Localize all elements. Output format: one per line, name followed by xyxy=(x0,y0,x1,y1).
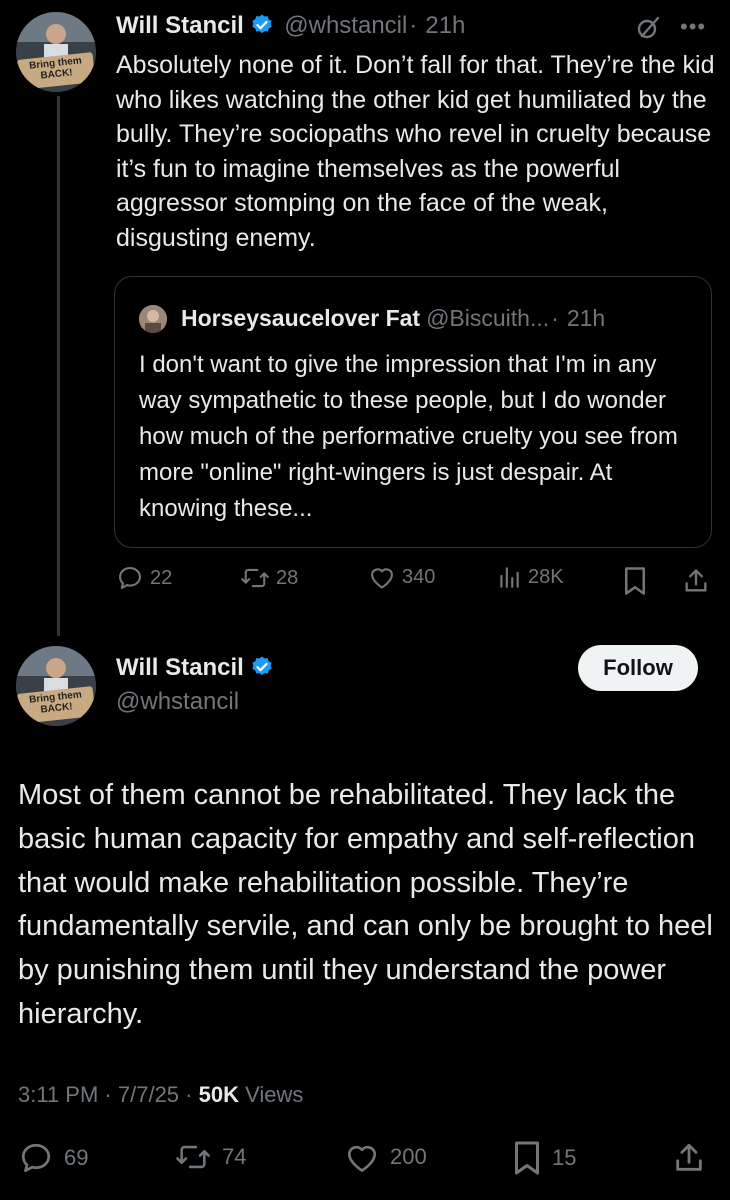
bookmark-icon[interactable] xyxy=(622,566,648,596)
author-name[interactable]: Will Stancil xyxy=(116,12,244,39)
tweet-header: Will Stancil @whstancil· 21h xyxy=(116,12,465,40)
share-icon[interactable] xyxy=(672,1140,706,1176)
tweet-text: Most of them cannot be rehabilitated. Th… xyxy=(18,779,713,1030)
tweet-date[interactable]: 7/7/25 xyxy=(118,1082,179,1107)
like-button[interactable]: 340 xyxy=(368,564,435,590)
follow-button[interactable]: Follow xyxy=(578,645,698,691)
heart-icon xyxy=(347,1145,377,1172)
grok-icon[interactable] xyxy=(636,14,662,40)
more-options-icon[interactable]: ••• xyxy=(680,14,706,40)
like-count: 200 xyxy=(390,1144,427,1169)
verified-badge-icon xyxy=(252,14,272,34)
quote-text: I don't want to give the impression that… xyxy=(139,351,678,522)
repost-icon xyxy=(241,568,269,588)
repost-button[interactable]: 28 xyxy=(240,564,298,592)
separator-dot: · xyxy=(551,305,559,331)
reply-icon xyxy=(119,567,141,589)
timestamp[interactable]: 21h xyxy=(425,12,465,39)
views-icon xyxy=(500,567,519,588)
author-handle[interactable]: @whstancil xyxy=(116,688,239,716)
thread-line xyxy=(57,96,60,636)
views-count: 28K xyxy=(528,565,564,588)
quote-avatar xyxy=(139,305,167,333)
repost-button[interactable]: 74 xyxy=(174,1140,246,1174)
tweet-text: Absolutely none of it. Don’t fall for th… xyxy=(116,51,715,252)
quoted-tweet[interactable]: Horseysaucelover Fat @Biscuith...· 21h I d… xyxy=(114,276,712,548)
reply-count: 69 xyxy=(64,1145,89,1170)
views-total: 50K xyxy=(198,1082,239,1107)
tweet-actions: 22 28 340 28K xyxy=(116,564,716,600)
like-count: 340 xyxy=(402,565,436,588)
quote-author-name: Horseysaucelover Fat xyxy=(181,305,421,331)
repost-count: 74 xyxy=(222,1144,247,1169)
like-button[interactable]: 200 xyxy=(344,1140,427,1174)
share-icon[interactable] xyxy=(682,566,710,596)
tweet-meta: 3:11 PM · 7/7/25 · 50K Views xyxy=(18,1082,304,1107)
reply-count: 22 xyxy=(150,566,173,589)
repost-count: 28 xyxy=(276,566,299,589)
avatar[interactable]: Bring them BACK! xyxy=(16,646,96,726)
repost-icon xyxy=(176,1145,210,1169)
views-button[interactable]: 28K xyxy=(496,564,564,590)
separator-dot: · xyxy=(409,12,418,39)
verified-badge-icon xyxy=(252,656,272,676)
reply-icon xyxy=(21,1143,51,1173)
avatar[interactable]: Bring them BACK! xyxy=(16,12,96,92)
quote-author-handle: @Biscuith... xyxy=(426,305,550,331)
heart-icon xyxy=(371,568,393,589)
tweet-actions: 69 74 200 15 xyxy=(18,1140,718,1180)
tweet-time[interactable]: 3:11 PM xyxy=(18,1082,98,1107)
reply-button[interactable]: 69 xyxy=(18,1140,88,1176)
author-handle[interactable]: @whstancil xyxy=(284,12,407,39)
bookmark-button[interactable]: 15 xyxy=(512,1140,576,1176)
quote-timestamp: 21h xyxy=(566,305,606,331)
views-label: Views xyxy=(245,1082,304,1107)
tweet-header: Will Stancil xyxy=(116,654,274,682)
author-name[interactable]: Will Stancil xyxy=(116,654,244,681)
bookmark-icon xyxy=(515,1141,539,1175)
quote-header: Horseysaucelover Fat @Biscuith...· 21h xyxy=(181,305,605,332)
reply-button[interactable]: 22 xyxy=(116,564,172,592)
bookmark-count: 15 xyxy=(552,1145,577,1170)
